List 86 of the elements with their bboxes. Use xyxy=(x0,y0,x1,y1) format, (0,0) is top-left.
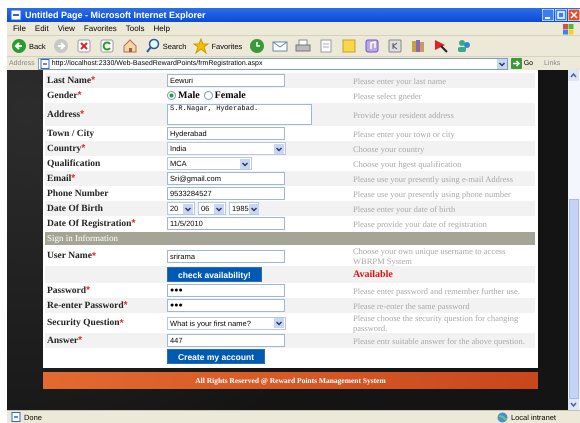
required-mark: * xyxy=(71,173,76,184)
scroll-up-icon[interactable] xyxy=(568,70,579,81)
field-label: Country xyxy=(47,144,82,154)
radio-option[interactable]: Male xyxy=(167,90,200,101)
hint-text: Please re-enter the same password xyxy=(353,300,470,310)
hint-text: Please enter your date of birth xyxy=(353,204,456,214)
field-label: User Name xyxy=(47,251,92,261)
scrollbar[interactable] xyxy=(568,70,580,410)
hint-text: Please choose the security question for changing password. xyxy=(353,313,520,333)
search-icon xyxy=(144,38,161,54)
hint-text: Please enter password and remember further use. xyxy=(353,286,520,296)
star-icon xyxy=(193,38,210,54)
note-icon[interactable] xyxy=(341,38,358,54)
field-label: Re-enter Password xyxy=(47,300,124,310)
field-label: Answer xyxy=(47,336,78,346)
menu-item[interactable]: Tools xyxy=(126,24,144,33)
scroll-thumb[interactable] xyxy=(569,199,579,399)
required-mark: * xyxy=(124,300,128,311)
books-icon[interactable] xyxy=(410,38,426,54)
required-mark: * xyxy=(78,90,82,101)
hint-text: Provide your resident address xyxy=(353,110,454,120)
menu-item[interactable]: File xyxy=(13,24,26,33)
chevron-down-icon xyxy=(248,204,259,214)
chevron-down-icon xyxy=(274,144,284,154)
page-icon xyxy=(11,412,21,422)
field-label: Password xyxy=(47,286,86,296)
required-mark: * xyxy=(86,285,90,296)
hint-text: Please entr suitable answer for the above question. xyxy=(353,336,525,346)
field-label: Last Name xyxy=(47,76,92,86)
minimize-button[interactable] xyxy=(542,9,554,21)
close-button[interactable] xyxy=(568,9,580,21)
chevron-down-icon xyxy=(183,204,193,214)
radio-button[interactable] xyxy=(167,91,176,100)
hint-text: Please use your presently using phone number xyxy=(353,188,511,198)
hint-text: Please use your presently using e-mail Address xyxy=(353,174,514,184)
globe-icon xyxy=(496,412,508,422)
radio-button[interactable] xyxy=(204,91,213,100)
chevron-down-icon xyxy=(214,204,224,214)
required-mark: * xyxy=(78,335,82,346)
required-mark: * xyxy=(131,218,136,229)
field-label: Date Of Birth xyxy=(47,204,103,214)
section-header: Sign in Information xyxy=(46,232,119,244)
required-mark: * xyxy=(81,143,86,154)
ie-page-icon xyxy=(10,9,22,21)
window-title: Untitled Page - Microsoft Internet Explorer xyxy=(25,10,206,20)
required-mark: * xyxy=(120,318,124,328)
field-label: Gender xyxy=(47,90,78,100)
clock-icon[interactable] xyxy=(249,38,266,54)
required-mark: * xyxy=(91,75,95,86)
field-label: Date Of Registration xyxy=(47,218,132,228)
required-mark: * xyxy=(80,109,84,120)
field-label: Email xyxy=(47,174,72,184)
field-label: Security Question xyxy=(47,318,120,328)
hint-text: Please provide your date of registration xyxy=(353,218,487,228)
menu-item[interactable]: Help xyxy=(153,24,170,33)
hint-text: Choose your own unique username to access WBRPM System xyxy=(353,246,506,266)
windows-flag-icon xyxy=(562,22,574,34)
hint-text: Choose your country xyxy=(353,144,424,154)
radio-option[interactable]: Female xyxy=(204,90,246,101)
form-button[interactable]: check availability! xyxy=(167,267,262,282)
status-message: Available xyxy=(353,269,393,280)
chevron-down-icon xyxy=(274,318,284,328)
home-icon[interactable] xyxy=(122,38,138,54)
menu-item[interactable]: View xyxy=(58,24,75,33)
dropdown-arrow-icon[interactable] xyxy=(496,58,507,68)
maximize-button[interactable] xyxy=(555,9,567,21)
square-icon[interactable] xyxy=(387,38,404,54)
required-mark: * xyxy=(92,250,96,262)
form-button[interactable]: Create my account xyxy=(167,349,266,364)
chevron-down-icon xyxy=(240,158,250,168)
document-icon[interactable] xyxy=(318,38,334,54)
menu-item[interactable]: Favorites xyxy=(84,24,117,33)
hint-text: Please enter your town or city xyxy=(353,128,455,138)
refresh-icon[interactable] xyxy=(98,38,115,54)
hint-text: Please select gneder xyxy=(353,90,422,100)
field-label: Qualification xyxy=(47,158,100,168)
hint-text: Choose your hgest qualification xyxy=(353,158,462,168)
scroll-down-icon[interactable] xyxy=(568,399,579,410)
printer-icon[interactable] xyxy=(295,38,312,54)
menu-item[interactable]: Edit xyxy=(34,24,49,33)
stop-icon[interactable] xyxy=(76,38,92,54)
hint-text: Please enter your last name xyxy=(353,76,446,86)
people-icon[interactable] xyxy=(456,38,472,54)
field-label: Address xyxy=(47,110,80,120)
field-label: Phone Number xyxy=(47,188,108,198)
field-label: Town / City xyxy=(47,128,94,138)
